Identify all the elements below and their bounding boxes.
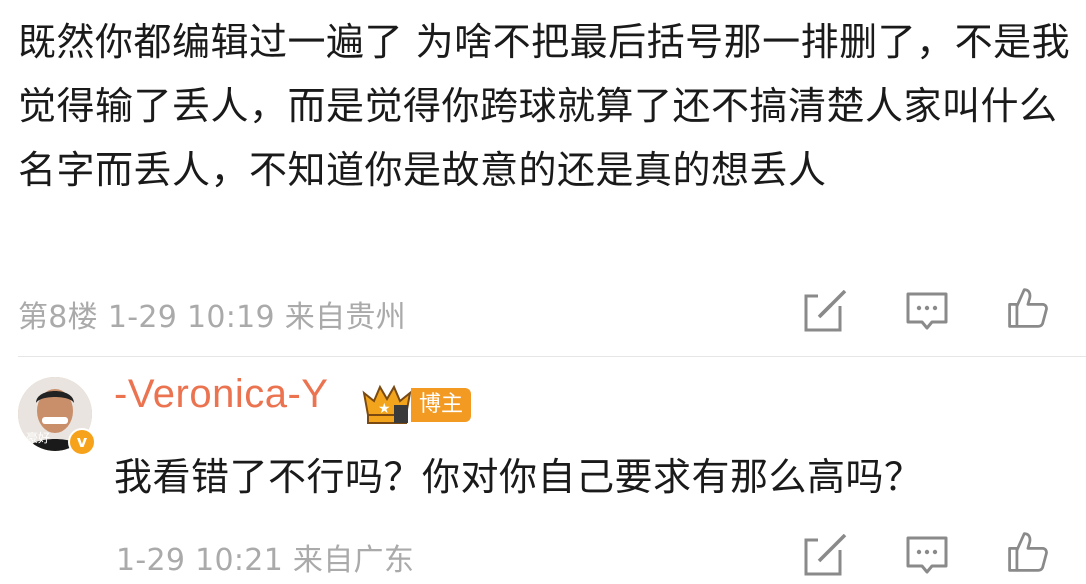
comment-meta: 第8楼 1-29 10:19 来自贵州: [18, 292, 406, 336]
comment-icon: [906, 292, 948, 330]
edit-icon: [804, 290, 848, 332]
like-button[interactable]: [1004, 286, 1050, 330]
username[interactable]: -Veronica-Y: [114, 372, 328, 417]
crown-icon: ★: [360, 383, 414, 427]
svg-text:★: ★: [378, 401, 391, 417]
verified-icon: v: [76, 432, 88, 451]
comment-text: 既然你都编辑过一遍了 为啥不把最后括号那一排删了，不是我觉得输了丢人，而是觉得你…: [18, 20, 1071, 192]
reply-location: 来自广东: [292, 543, 415, 578]
comment-time: 1-29 10:19: [107, 300, 275, 335]
avatar-caption: 豪好: [26, 431, 51, 445]
reply-like-button[interactable]: [1004, 530, 1050, 574]
like-icon: [1008, 288, 1048, 328]
comment-location: 来自贵州: [284, 300, 406, 335]
edit-button[interactable]: [802, 290, 848, 334]
verified-badge: v: [68, 428, 96, 456]
floor-number: 第8楼: [18, 300, 98, 335]
comment-button[interactable]: [904, 290, 950, 334]
reply-time: 1-29 10:21: [116, 543, 284, 578]
reply-edit-button[interactable]: [802, 534, 848, 578]
author-badge: 博主: [411, 388, 472, 422]
reply-meta: 1-29 10:21 来自广东: [116, 535, 414, 579]
divider: [18, 356, 1086, 357]
like-icon: [1008, 532, 1048, 572]
edit-icon: [804, 534, 848, 576]
comment-icon: [906, 536, 948, 574]
reply-text: 我看错了不行吗？你对你自己要求有那么高吗？: [114, 455, 923, 499]
reply-comment-button[interactable]: [904, 534, 950, 578]
